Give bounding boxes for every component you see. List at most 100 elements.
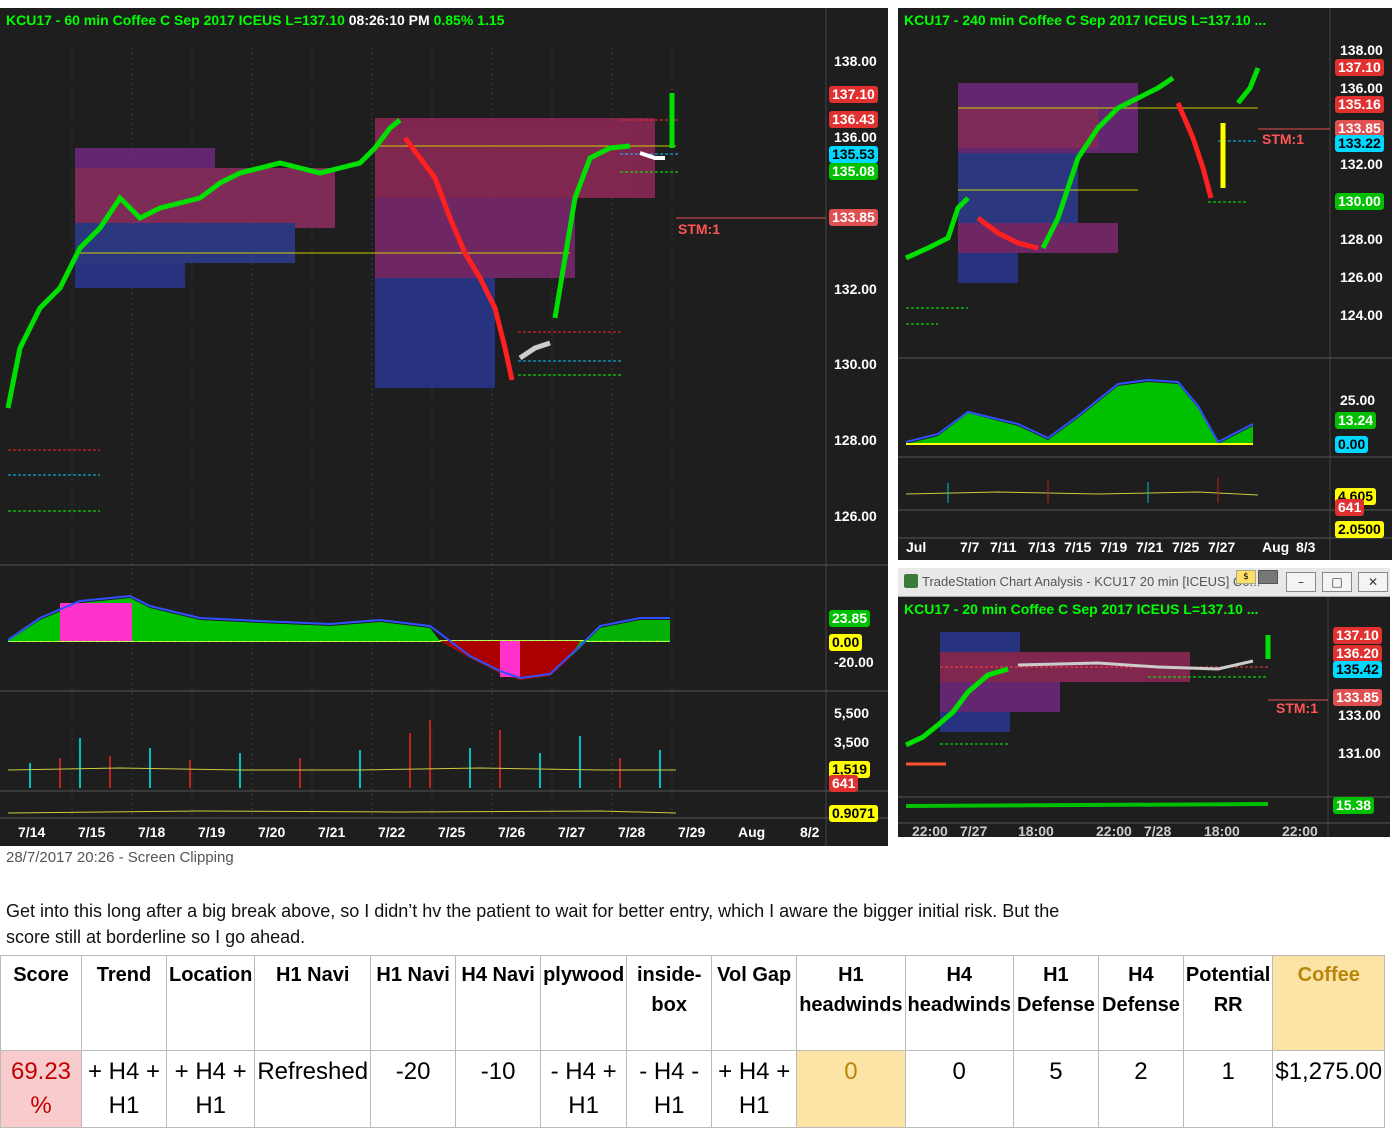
x-label: 7/7 xyxy=(960,539,980,555)
x-label: 7/15 xyxy=(78,824,106,840)
last-price-badge: 137.10 xyxy=(1335,59,1384,76)
table-cell: 0 xyxy=(796,1050,906,1128)
x-label: 8/3 xyxy=(1296,539,1316,555)
defense-badge: 135.08 xyxy=(829,163,878,180)
table-header: H1 Defense xyxy=(1012,955,1099,1051)
table-cell: 2 xyxy=(1097,1050,1184,1128)
price-tick: 128.00 xyxy=(834,432,877,448)
osc-zero-badge: 0.00 xyxy=(1335,436,1369,453)
x-label: 7/19 xyxy=(1100,539,1128,555)
x-label: 18:00 xyxy=(1018,823,1054,837)
dollar-icon[interactable]: $ xyxy=(1236,570,1256,584)
table-header: H4 headwinds xyxy=(904,955,1014,1051)
trade-note: Get into this long after a big break abo… xyxy=(6,901,1060,947)
table-header: H1 Navi xyxy=(254,955,372,1051)
resistance-badge: 135.16 xyxy=(1335,96,1384,113)
x-label: 7/21 xyxy=(318,824,346,840)
support-badge: 135.53 xyxy=(829,146,878,163)
table-header: Location xyxy=(165,955,256,1051)
stm-label: STM:1 xyxy=(1276,700,1318,716)
chart-20min-canvas xyxy=(898,597,1390,837)
chart-240min-title: KCU17 - 240 min Coffee C Sep 2017 ICEUS … xyxy=(904,12,1267,28)
score-table: Score Trend Location H1 Navi H1 Navi H4 … xyxy=(0,955,1386,1128)
bottom-indicator-badge: 0.9071 xyxy=(829,805,878,822)
app-icon xyxy=(904,574,918,588)
osc-zero-badge: 0.00 xyxy=(829,634,863,651)
table-cell: 0 xyxy=(904,1050,1014,1128)
x-label: Aug xyxy=(738,824,766,840)
minimize-button[interactable]: – xyxy=(1286,572,1316,592)
price-tick: 138.00 xyxy=(1340,42,1383,58)
x-label: 7/20 xyxy=(258,824,286,840)
close-button[interactable]: ✕ xyxy=(1358,572,1388,592)
last-price-badge: 137.10 xyxy=(829,86,878,103)
x-label: 7/11 xyxy=(990,539,1017,555)
chart-20min[interactable]: KCU17 - 20 min Coffee C Sep 2017 ICEUS L… xyxy=(898,597,1390,837)
maximize-button[interactable]: □ xyxy=(1322,572,1352,592)
table-header: H1 Navi xyxy=(370,955,457,1051)
vol-tick: 3,500 xyxy=(834,734,870,750)
x-label: 7/18 xyxy=(138,824,166,840)
table-cell: + H4 + H1 xyxy=(711,1050,798,1128)
x-label: 7/22 xyxy=(378,824,406,840)
x-label: 22:00 xyxy=(1282,823,1318,837)
stm-badge: 133.85 xyxy=(829,209,878,226)
osc-tick: 25.00 xyxy=(1340,392,1376,408)
osc-tick: -20.00 xyxy=(834,654,874,670)
x-label: 7/28 xyxy=(618,824,646,840)
price-tick: 133.00 xyxy=(1338,707,1381,723)
x-label: Aug xyxy=(1262,539,1290,555)
price-tick: 130.00 xyxy=(834,356,877,372)
table-cell: - H4 - H1 xyxy=(626,1050,713,1128)
x-label: Jul xyxy=(906,539,927,555)
table-cell: - H4 + H1 xyxy=(540,1050,628,1128)
support-badge: 135.42 xyxy=(1333,661,1382,678)
price-tick: 136.00 xyxy=(1340,80,1383,96)
vol-badge: 641 xyxy=(829,775,859,792)
chart-20min-window-titlebar[interactable]: TradeStation Chart Analysis - KCU17 20 m… xyxy=(898,568,1390,597)
table-header-row: Score Trend Location H1 Navi H1 Navi H4 … xyxy=(0,955,1386,1051)
last-price-badge: 137.10 xyxy=(1333,627,1382,644)
osc-value-badge: 23.85 xyxy=(829,610,871,627)
chart-240min-canvas xyxy=(898,8,1392,560)
score-cell: 69.23 % xyxy=(0,1050,82,1128)
table-cell: + H4 + H1 xyxy=(81,1050,167,1128)
stm-label: STM:1 xyxy=(1262,131,1304,147)
coffee-value-cell: $1,275.00 xyxy=(1272,1050,1386,1128)
table-cell: -20 xyxy=(370,1050,457,1128)
chart-60min[interactable]: KCU17 - 60 min Coffee C Sep 2017 ICEUS L… xyxy=(0,8,888,846)
table-header: Trend xyxy=(81,955,167,1051)
x-label: 7/26 xyxy=(498,824,526,840)
price-tick: 124.00 xyxy=(1340,307,1383,323)
table-cell: -10 xyxy=(455,1050,542,1128)
table-header: inside-box xyxy=(626,955,713,1051)
osc-value-badge: 13.24 xyxy=(1335,412,1377,429)
table-header: H4 Navi xyxy=(455,955,542,1051)
resistance-badge: 136.20 xyxy=(1333,645,1382,662)
x-label: 7/29 xyxy=(678,824,706,840)
x-label: 22:00 xyxy=(1096,823,1132,837)
x-label: 18:00 xyxy=(1204,823,1240,837)
chart-20min-title: KCU17 - 20 min Coffee C Sep 2017 ICEUS L… xyxy=(904,601,1259,617)
x-label: 7/27 xyxy=(960,823,988,837)
stm-label: STM:1 xyxy=(678,221,720,237)
table-header: H1 headwinds xyxy=(796,955,906,1051)
price-tick: 131.00 xyxy=(1338,745,1381,761)
x-label: 7/15 xyxy=(1064,539,1092,555)
menu-icon[interactable] xyxy=(1258,570,1278,584)
table-cell: + H4 + H1 xyxy=(165,1050,256,1128)
price-tick: 128.00 xyxy=(1340,231,1383,247)
x-label: 7/19 xyxy=(198,824,226,840)
x-label: 7/13 xyxy=(1028,539,1056,555)
table-header: Score xyxy=(0,955,82,1051)
x-label: 7/21 xyxy=(1136,539,1164,555)
price-tick: 132.00 xyxy=(1340,156,1383,172)
price-tick: 136.00 xyxy=(834,129,877,145)
chart-240min[interactable]: KCU17 - 240 min Coffee C Sep 2017 ICEUS … xyxy=(898,8,1392,560)
table-row: 69.23 % + H4 + H1 + H4 + H1 Refreshed -2… xyxy=(0,1050,1386,1128)
bottom-indicator-badge: 2.0500 xyxy=(1335,521,1384,538)
x-label: 7/27 xyxy=(1208,539,1236,555)
osc-value-badge: 15.38 xyxy=(1333,797,1375,814)
vol-badge: 641 xyxy=(1335,499,1365,516)
table-cell: 1 xyxy=(1182,1050,1274,1128)
